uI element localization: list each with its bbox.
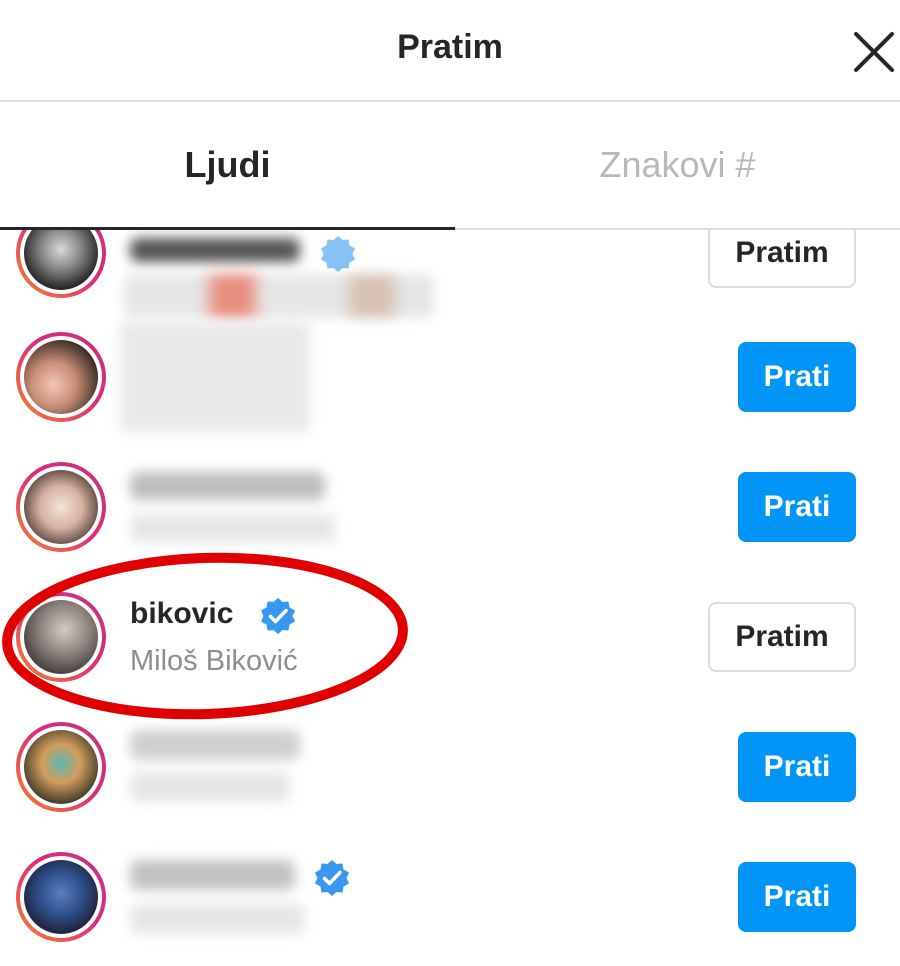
verified-badge-icon: [261, 598, 295, 634]
following-button[interactable]: Pratim: [708, 230, 856, 288]
blurred-user-info: [120, 322, 310, 432]
blurred-full-name: [130, 772, 290, 802]
blurred-username: [130, 238, 300, 262]
list-item[interactable]: Prati: [0, 312, 900, 442]
avatar[interactable]: [16, 592, 106, 682]
following-dialog: Pratim Ljudi Znakovi # Pratim Prati Prat…: [0, 0, 900, 966]
tab-hashtags[interactable]: Znakovi #: [455, 102, 900, 228]
tab-bar: Ljudi Znakovi #: [0, 102, 900, 230]
full-name: Miloš Biković: [130, 645, 298, 677]
follow-button[interactable]: Prati: [738, 342, 856, 412]
dialog-title: Pratim: [397, 28, 503, 66]
list-item[interactable]: bikovic Miloš Biković Pratim: [0, 572, 900, 702]
blurred-username: [130, 730, 300, 760]
list-item[interactable]: Prati: [0, 442, 900, 572]
avatar[interactable]: [16, 462, 106, 552]
list-item[interactable]: Prati: [0, 832, 900, 962]
following-button[interactable]: Pratim: [708, 602, 856, 672]
follow-button[interactable]: Prati: [738, 732, 856, 802]
following-list: Pratim Prati Prati bikovic Miloš Biković…: [0, 230, 900, 966]
verified-badge-icon: [315, 860, 349, 896]
blurred-username: [130, 860, 295, 890]
close-button[interactable]: [850, 28, 900, 78]
blurred-full-name: [130, 514, 335, 542]
follow-button[interactable]: Prati: [738, 862, 856, 932]
dialog-header: Pratim: [0, 0, 900, 102]
follow-button[interactable]: Prati: [738, 472, 856, 542]
username[interactable]: bikovic: [130, 597, 233, 631]
avatar[interactable]: [16, 722, 106, 812]
list-item[interactable]: Pratim: [0, 230, 900, 318]
avatar[interactable]: [16, 230, 106, 298]
verified-badge-icon: [321, 236, 355, 272]
avatar[interactable]: [16, 852, 106, 942]
blurred-username: [130, 472, 325, 500]
tab-people[interactable]: Ljudi: [0, 102, 455, 230]
blurred-full-name: [130, 904, 305, 934]
list-item[interactable]: Prati: [0, 702, 900, 832]
close-icon: [854, 32, 894, 72]
avatar[interactable]: [16, 332, 106, 422]
